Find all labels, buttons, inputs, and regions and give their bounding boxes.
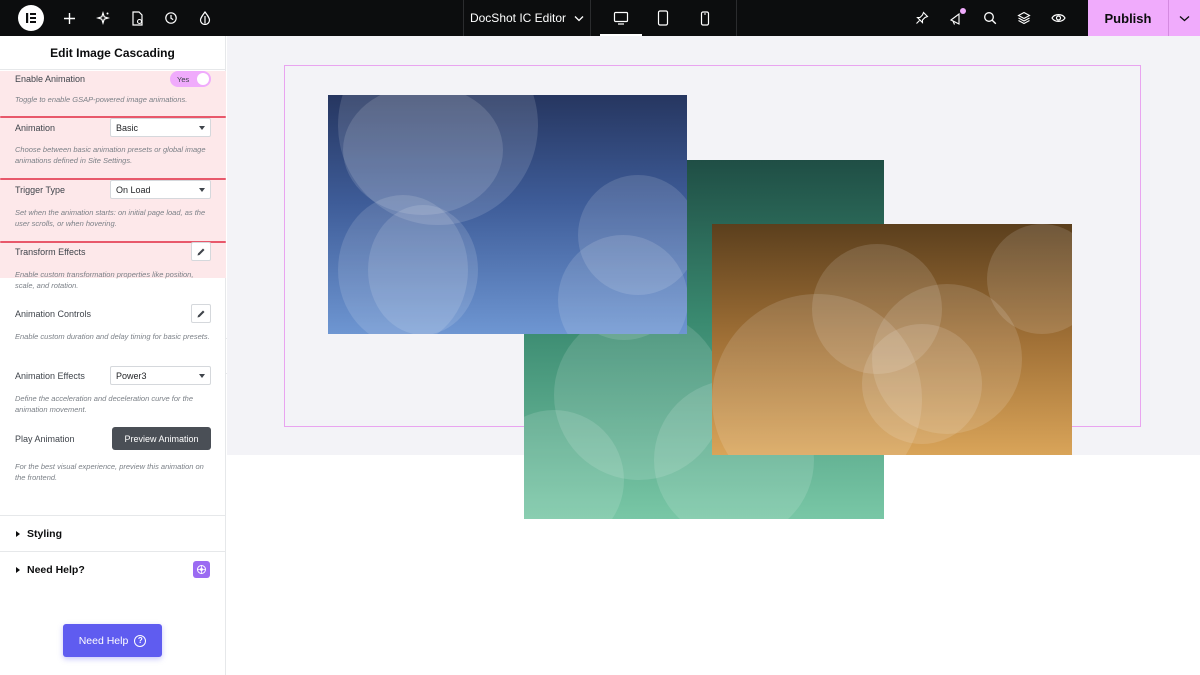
need-help-label: Need Help: [78, 634, 129, 647]
transform-effects-edit-button[interactable]: [191, 242, 211, 261]
play-animation-row: Play Animation Preview Animation: [15, 427, 211, 450]
animation-controls-edit-button[interactable]: [191, 304, 211, 323]
chevron-down-icon: [1179, 15, 1190, 21]
styling-section-label: Styling: [27, 527, 63, 540]
need-help-button[interactable]: Need Help ?: [63, 624, 162, 657]
cascade-image-blue[interactable]: [328, 95, 687, 334]
page-settings-icon[interactable]: [120, 0, 154, 36]
animation-controls-description: Enable custom duration and delay timing …: [15, 332, 210, 341]
pencil-icon: [197, 248, 205, 255]
caret-down-icon: [199, 373, 205, 378]
animation-label: Animation: [15, 122, 56, 133]
transform-effects-description: Enable custom transformation properties …: [15, 270, 194, 290]
animation-controls-label: Animation Controls: [15, 308, 92, 319]
animation-effects-row: Animation Effects Power3: [15, 366, 211, 385]
transform-effects-label: Transform Effects: [15, 246, 86, 257]
top-bar: DocShot IC Editor Publish: [0, 0, 1200, 36]
elementor-logo-icon[interactable]: [18, 5, 44, 31]
enable-animation-row: Enable Animation Yes: [15, 71, 211, 87]
animation-select-value: Basic: [116, 122, 139, 133]
caret-down-icon: [199, 187, 205, 192]
question-circle-icon: ?: [134, 634, 147, 647]
play-animation-description: For the best visual experience, preview …: [15, 462, 204, 482]
animation-row: Animation Basic: [15, 118, 211, 137]
document-title: DocShot IC Editor: [469, 11, 567, 25]
trigger-type-description: Set when the animation starts: on initia…: [15, 208, 206, 228]
chevron-down-icon: [574, 15, 584, 21]
caret-right-icon: [16, 530, 20, 537]
enable-animation-description: Toggle to enable GSAP-powered image anim…: [15, 95, 188, 104]
desktop-icon[interactable]: [600, 0, 642, 36]
trigger-type-label: Trigger Type: [15, 184, 66, 195]
search-icon[interactable]: [973, 0, 1007, 36]
device-switcher: [600, 0, 726, 36]
notifications-icon[interactable]: [939, 0, 973, 36]
animation-effects-select-value: Power3: [116, 370, 147, 381]
play-animation-label: Play Animation: [15, 433, 75, 444]
trigger-type-row: Trigger Type On Load: [15, 180, 211, 199]
ai-sparkle-icon[interactable]: [86, 0, 120, 36]
document-title-dropdown[interactable]: DocShot IC Editor: [463, 0, 591, 36]
preview-eye-icon[interactable]: [1041, 0, 1075, 36]
trigger-type-select[interactable]: On Load: [110, 180, 211, 199]
help-brain-icon: [193, 561, 210, 578]
animation-controls-row: Animation Controls: [15, 304, 211, 323]
pin-icon[interactable]: [905, 0, 939, 36]
cascade-image-orange[interactable]: [712, 224, 1072, 455]
mobile-icon[interactable]: [684, 0, 726, 36]
toggle-value: Yes: [177, 74, 190, 84]
animation-select[interactable]: Basic: [110, 118, 211, 137]
enable-animation-toggle[interactable]: Yes: [170, 71, 211, 87]
publish-button[interactable]: Publish: [1088, 0, 1168, 36]
enable-animation-label: Enable Animation: [15, 74, 86, 84]
editor-panel: Edit Image Cascading Enable Animation Ye…: [0, 36, 226, 675]
site-settings-icon[interactable]: [188, 0, 222, 36]
animation-effects-label: Animation Effects: [15, 370, 85, 381]
panel-title: Edit Image Cascading: [0, 36, 225, 70]
structure-layers-icon[interactable]: [1007, 0, 1041, 36]
trigger-type-select-value: On Load: [116, 184, 151, 195]
notification-dot: [960, 8, 966, 14]
need-help-section-header[interactable]: Need Help?: [0, 551, 226, 587]
preview-animation-button[interactable]: Preview Animation: [112, 427, 211, 450]
animation-description: Choose between basic animation presets o…: [15, 145, 206, 165]
caret-down-icon: [199, 125, 205, 130]
animation-effects-select[interactable]: Power3: [110, 366, 211, 385]
preview-canvas: [227, 36, 1200, 675]
history-icon[interactable]: [154, 0, 188, 36]
tablet-icon[interactable]: [642, 0, 684, 36]
need-help-section-label: Need Help?: [27, 563, 85, 576]
add-icon[interactable]: [52, 0, 86, 36]
styling-section-header[interactable]: Styling: [0, 515, 226, 551]
animation-effects-description: Define the acceleration and deceleration…: [15, 394, 194, 414]
transform-effects-row: Transform Effects: [15, 242, 211, 261]
pencil-icon: [197, 310, 205, 317]
caret-right-icon: [16, 566, 20, 573]
toggle-knob: [197, 73, 209, 85]
publish-options-button[interactable]: [1168, 0, 1200, 36]
